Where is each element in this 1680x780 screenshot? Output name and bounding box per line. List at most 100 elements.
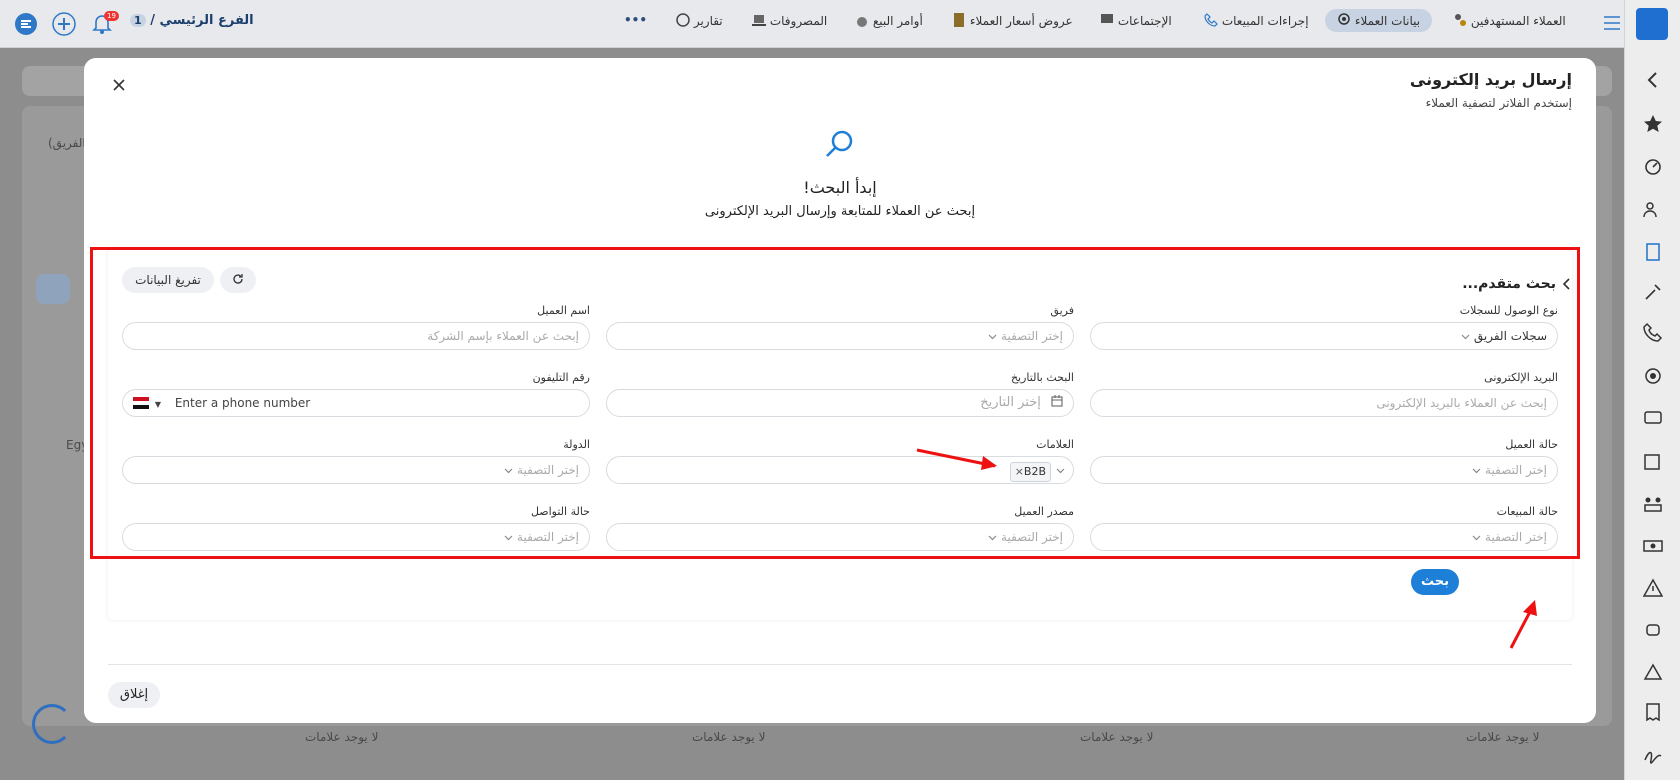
calendar-icon — [1051, 395, 1063, 407]
tags-label: العلامات — [1036, 438, 1074, 451]
date-search-input[interactable]: إختر التاريخ — [606, 389, 1074, 417]
nav-quotations[interactable]: عروض أسعار العملاء — [952, 13, 1073, 28]
notification-badge: 19 — [104, 11, 119, 21]
nav-label: العملاء المستهدفين — [1470, 14, 1566, 28]
date-placeholder: إختر التاريخ — [980, 395, 1041, 410]
chevron-down-icon — [504, 468, 513, 474]
star-icon[interactable] — [1643, 114, 1663, 134]
right-sidebar — [1624, 0, 1680, 780]
webcam-icon — [1338, 13, 1350, 25]
invoice-icon[interactable] — [1643, 702, 1663, 722]
remove-tag-icon[interactable]: × — [1015, 465, 1024, 478]
nav-label: الإجتماعات — [1117, 14, 1172, 28]
document-icon — [954, 13, 964, 27]
close-icon[interactable] — [108, 74, 130, 96]
money-bag-icon — [857, 17, 867, 27]
phone-placeholder: Enter a phone number — [174, 396, 311, 410]
telephone-icon[interactable] — [1643, 406, 1663, 426]
customer-name-placeholder: إبحث عن العملاء بإسم الشركة — [427, 329, 579, 343]
presentation-icon — [1101, 14, 1113, 23]
chevron-down-icon — [1472, 468, 1481, 474]
nav-label: بيانات العملاء — [1354, 14, 1421, 28]
nav-sales-actions[interactable]: إجراءات المبيعات — [1204, 13, 1309, 28]
branch-label: الفرع الرئيسي / — [150, 13, 254, 28]
email-input[interactable]: إبحث عن العملاء بالبريد الإلكترونى — [1090, 389, 1558, 417]
chart-icon — [676, 13, 690, 27]
warning-icon[interactable] — [1643, 578, 1663, 598]
top-bar: 19 الفرع الرئيسي / 1 ••• تقارير المصروفا… — [0, 0, 1680, 48]
refresh-icon — [233, 274, 243, 284]
watch-icon[interactable] — [1643, 620, 1663, 640]
group-icon[interactable] — [1643, 494, 1663, 514]
team-placeholder: إختر التصفية — [1001, 329, 1063, 343]
users-icon[interactable] — [1643, 200, 1663, 220]
footer-divider — [108, 664, 1572, 665]
contact-status-select[interactable]: إختر التصفية — [122, 523, 590, 551]
phone-call-icon[interactable] — [1643, 322, 1663, 342]
team-select[interactable]: إختر التصفية — [606, 322, 1074, 350]
email-label: البريد الإلكترونى — [1484, 371, 1558, 384]
country-select[interactable]: إختر التصفية — [122, 456, 590, 484]
search-button[interactable]: بحث — [1411, 569, 1459, 595]
customer-source-label: مصدر العميل — [1014, 505, 1074, 518]
no-tags-text: لا يوجد علامات — [692, 730, 766, 744]
brand-logo[interactable] — [1636, 8, 1668, 40]
chevron-left-icon[interactable] — [1560, 277, 1574, 291]
branch-count: 1 — [130, 14, 146, 27]
app-logo-icon[interactable] — [14, 12, 38, 36]
dashboard-icon[interactable] — [1643, 156, 1663, 176]
signature-icon[interactable] — [1643, 744, 1663, 764]
access-type-select[interactable]: سجلات الفريق — [1090, 322, 1558, 350]
background-team-hint: الفريق) — [48, 136, 86, 150]
add-icon[interactable] — [52, 12, 76, 36]
tag-chip-b2b[interactable]: ×B2B — [1009, 462, 1051, 482]
nav-target-customers[interactable]: العملاء المستهدفين — [1453, 13, 1566, 28]
nav-label: أوامر البيع — [872, 14, 923, 28]
customer-name-input[interactable]: إبحث عن العملاء بإسم الشركة — [122, 322, 590, 350]
branch-selector[interactable]: الفرع الرئيسي / 1 — [130, 13, 254, 28]
chevron-left-icon[interactable] — [1643, 70, 1663, 90]
building-icon[interactable] — [1643, 242, 1663, 262]
date-search-label: البحث بالتاريخ — [1010, 371, 1074, 384]
target-icon[interactable] — [1643, 366, 1663, 386]
tags-select[interactable]: ×B2B — [606, 456, 1074, 484]
nav-meetings[interactable]: الإجتماعات — [1100, 13, 1172, 28]
people-money-icon — [1455, 14, 1466, 26]
nav-label: إجراءات المبيعات — [1221, 14, 1309, 28]
chevron-down-icon — [1461, 334, 1470, 340]
search-icon — [826, 130, 853, 157]
nav-expenses[interactable]: المصروفات — [752, 13, 827, 28]
start-search-subtitle: إبحث عن العملاء للمتابعة وإرسال البريد ا… — [704, 204, 976, 219]
nav-sales-orders[interactable]: أوامر البيع — [855, 13, 923, 28]
phone-icon — [1204, 13, 1218, 27]
egypt-flag-icon[interactable] — [133, 397, 149, 409]
menu-icon[interactable] — [1604, 16, 1620, 30]
chevron-down-icon — [988, 535, 997, 541]
customer-source-select[interactable]: إختر التصفية — [606, 523, 1074, 551]
modal-subtitle: إستخدم الفلاتر لتصفية العملاء — [1425, 96, 1572, 110]
advanced-search-title[interactable]: بحث متقدم... — [1462, 276, 1556, 292]
calendar-clock-icon[interactable] — [1643, 452, 1663, 472]
close-button[interactable]: إغلاق — [108, 682, 160, 708]
country-chevron-icon[interactable]: ▼ — [155, 400, 161, 409]
advanced-search-panel — [108, 248, 1572, 620]
more-menu-button[interactable]: ••• — [624, 13, 647, 27]
loading-spinner-icon — [32, 704, 72, 744]
tools-icon[interactable] — [1643, 282, 1663, 302]
nav-reports[interactable]: تقارير — [676, 13, 723, 28]
customer-name-label: اسم العميل — [537, 304, 590, 317]
no-tags-text: لا يوجد علامات — [305, 730, 379, 744]
chevron-down-icon — [1472, 535, 1481, 541]
phone-input[interactable]: ▼ Enter a phone number — [122, 389, 590, 417]
nav-customers-data[interactable]: بيانات العملاء — [1325, 9, 1433, 32]
cash-icon[interactable] — [1643, 536, 1663, 556]
country-label: الدولة — [563, 438, 590, 451]
laptop-icon — [752, 15, 766, 26]
clear-data-button[interactable]: تفريغ البيانات — [122, 267, 214, 293]
reset-button[interactable] — [220, 267, 256, 293]
triangle-icon[interactable] — [1643, 662, 1663, 682]
sales-status-select[interactable]: إختر التصفية — [1090, 523, 1558, 551]
background-grid-button — [36, 274, 70, 304]
customer-status-select[interactable]: إختر التصفية — [1090, 456, 1558, 484]
send-email-modal: إرسال بريد إلكترونى إستخدم الفلاتر لتصفي… — [84, 58, 1596, 723]
